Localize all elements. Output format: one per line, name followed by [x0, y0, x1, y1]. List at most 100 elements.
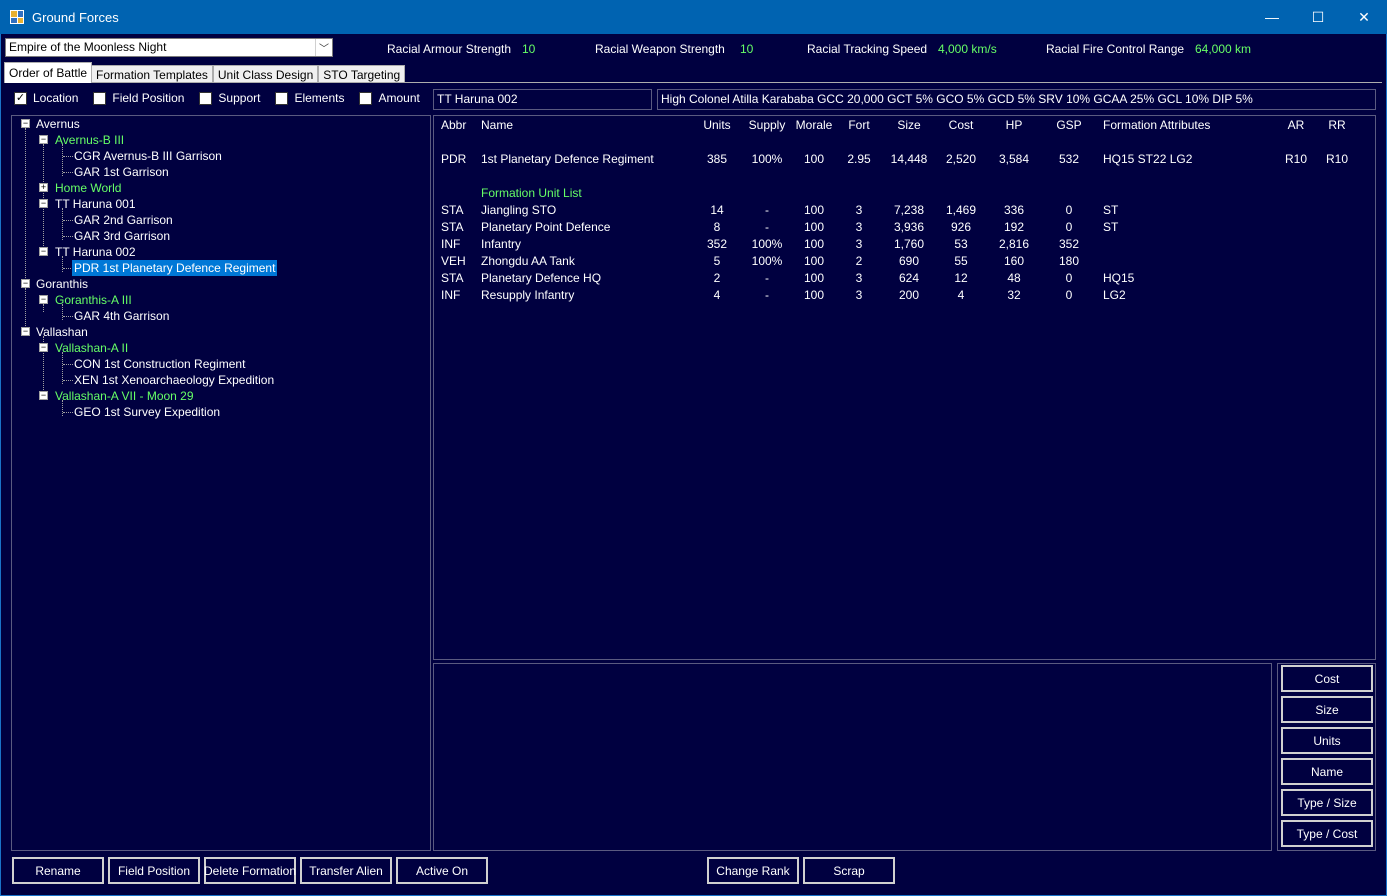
table-cell: 160 — [1003, 254, 1025, 268]
tree-node[interactable]: XEN 1st Xenoarchaeology Expedition — [74, 372, 274, 388]
sort-type-size-button[interactable]: Type / Size — [1280, 788, 1374, 817]
checkbox-icon[interactable] — [359, 91, 373, 105]
tree-node[interactable]: GAR 2nd Garrison — [74, 212, 173, 228]
collapse-icon[interactable]: − — [39, 391, 48, 400]
collapse-icon[interactable]: − — [39, 343, 48, 352]
change-rank-button[interactable]: Change Rank — [706, 856, 800, 885]
tree-node[interactable]: CON 1st Construction Regiment — [74, 356, 245, 372]
maximize-button[interactable]: ☐ — [1295, 0, 1341, 34]
filter-field-position[interactable]: Field Position — [93, 91, 184, 105]
tree-node[interactable]: GEO 1st Survey Expedition — [74, 404, 220, 420]
col-header-abbr[interactable]: Abbr — [441, 118, 466, 132]
sort-type-cost-button[interactable]: Type / Cost — [1280, 819, 1374, 848]
col-header-cost[interactable]: Cost — [949, 118, 974, 132]
active-on-button[interactable]: Active On — [395, 856, 489, 885]
tree-node[interactable]: Home World — [55, 180, 121, 196]
tree-node[interactable]: Avernus — [36, 116, 80, 132]
field-position-button[interactable]: Field Position — [107, 856, 201, 885]
sort-size-button[interactable]: Size — [1280, 695, 1374, 724]
commander-info: High Colonel Atilla Karababa GCC 20,000 … — [657, 89, 1376, 110]
notes-panel[interactable] — [433, 663, 1272, 851]
collapse-icon[interactable]: − — [39, 199, 48, 208]
table-cell: 55 — [954, 254, 968, 268]
tab-unit-class-design[interactable]: Unit Class Design — [212, 65, 319, 83]
filter-amount[interactable]: Amount — [359, 91, 420, 105]
formation-cost: 2,520 — [945, 152, 977, 166]
table-cell: - — [765, 288, 769, 302]
rename-button[interactable]: Rename — [11, 856, 105, 885]
col-header-hp[interactable]: HP — [1006, 118, 1023, 132]
tree-node[interactable]: Vallashan — [36, 324, 88, 340]
formation-table[interactable]: Abbr Name Units Supply Morale Fort Size … — [433, 115, 1376, 660]
table-cell: Resupply Infantry — [481, 288, 575, 302]
checkbox-icon[interactable] — [93, 91, 107, 105]
order-of-battle-tree[interactable]: − Avernus − Avernus-B III CGR Avernus-B … — [11, 115, 431, 851]
table-cell: ST — [1103, 203, 1119, 217]
filter-location[interactable]: ✓ Location — [14, 91, 78, 105]
tree-node[interactable]: GAR 1st Garrison — [74, 164, 169, 180]
tree-node[interactable]: CGR Avernus-B III Garrison — [74, 148, 222, 164]
tree-node[interactable]: TT Haruna 002 — [55, 244, 136, 260]
formation-ar: R10 — [1284, 152, 1308, 166]
col-header-ar[interactable]: AR — [1288, 118, 1305, 132]
tree-node[interactable]: Vallashan-A VII - Moon 29 — [55, 388, 194, 404]
table-cell: Planetary Defence HQ — [481, 271, 602, 285]
col-header-attributes[interactable]: Formation Attributes — [1103, 118, 1210, 132]
col-header-supply[interactable]: Supply — [749, 118, 786, 132]
tab-formation-templates[interactable]: Formation Templates — [91, 65, 213, 83]
sort-units-button[interactable]: Units — [1280, 726, 1374, 755]
table-cell: 32 — [1007, 288, 1021, 302]
checkbox-icon[interactable] — [199, 91, 213, 105]
sort-cost-button[interactable]: Cost — [1280, 664, 1374, 693]
collapse-icon[interactable]: − — [21, 279, 30, 288]
tree-connector — [63, 236, 73, 237]
filter-support[interactable]: Support — [199, 91, 260, 105]
filter-checkboxes: ✓ Location Field Position Support Element… — [14, 91, 435, 105]
scrap-button[interactable]: Scrap — [802, 856, 896, 885]
col-header-size[interactable]: Size — [897, 118, 920, 132]
col-header-name[interactable]: Name — [481, 118, 513, 132]
col-header-units[interactable]: Units — [703, 118, 730, 132]
tree-node[interactable]: Avernus-B III — [55, 132, 124, 148]
tab-sto-targeting[interactable]: STO Targeting — [318, 65, 406, 83]
filter-elements[interactable]: Elements — [275, 91, 344, 105]
collapse-icon[interactable]: − — [21, 327, 30, 336]
collapse-icon[interactable]: − — [21, 119, 30, 128]
minimize-icon: — — [1265, 9, 1279, 25]
table-cell: VEH — [441, 254, 466, 268]
expand-icon[interactable]: + — [39, 183, 48, 192]
tree-node[interactable]: GAR 4th Garrison — [74, 308, 169, 324]
chevron-down-icon[interactable]: ﹀ — [315, 39, 332, 56]
transfer-alien-button[interactable]: Transfer Alien — [299, 856, 393, 885]
formation-morale: 100 — [803, 152, 825, 166]
minimize-button[interactable]: — — [1249, 0, 1295, 34]
col-header-gsp[interactable]: GSP — [1056, 118, 1081, 132]
racial-weapon-value: 10 — [740, 42, 754, 56]
collapse-icon[interactable]: − — [39, 135, 48, 144]
tree-connector — [63, 364, 73, 365]
collapse-icon[interactable]: − — [39, 247, 48, 256]
table-cell: 0 — [1065, 271, 1073, 285]
checkbox-checked-icon[interactable]: ✓ — [14, 91, 27, 105]
sort-name-button[interactable]: Name — [1280, 757, 1374, 786]
tree-node[interactable]: Goranthis-A III — [55, 292, 132, 308]
formation-location-field[interactable]: TT Haruna 002 — [433, 89, 652, 110]
tab-order-of-battle[interactable]: Order of Battle — [4, 62, 93, 83]
tree-node[interactable]: Goranthis — [36, 276, 88, 292]
empire-select[interactable]: Empire of the Moonless Night ﹀ — [5, 38, 333, 57]
tree-node[interactable]: TT Haruna 001 — [55, 196, 136, 212]
checkbox-icon[interactable] — [275, 91, 289, 105]
app-icon — [10, 10, 24, 24]
tree-node[interactable]: Vallashan-A II — [55, 340, 128, 356]
tree-connector — [63, 172, 73, 173]
delete-formation-button[interactable]: Delete Formation — [203, 856, 297, 885]
col-header-morale[interactable]: Morale — [796, 118, 833, 132]
col-header-fort[interactable]: Fort — [848, 118, 869, 132]
racial-armour-value: 10 — [522, 42, 536, 56]
col-header-rr[interactable]: RR — [1328, 118, 1345, 132]
tree-node-selected[interactable]: PDR 1st Planetary Defence Regiment — [72, 260, 278, 276]
table-cell: 48 — [1007, 271, 1021, 285]
tree-node[interactable]: GAR 3rd Garrison — [74, 228, 170, 244]
collapse-icon[interactable]: − — [39, 295, 48, 304]
close-button[interactable]: ✕ — [1341, 0, 1387, 34]
